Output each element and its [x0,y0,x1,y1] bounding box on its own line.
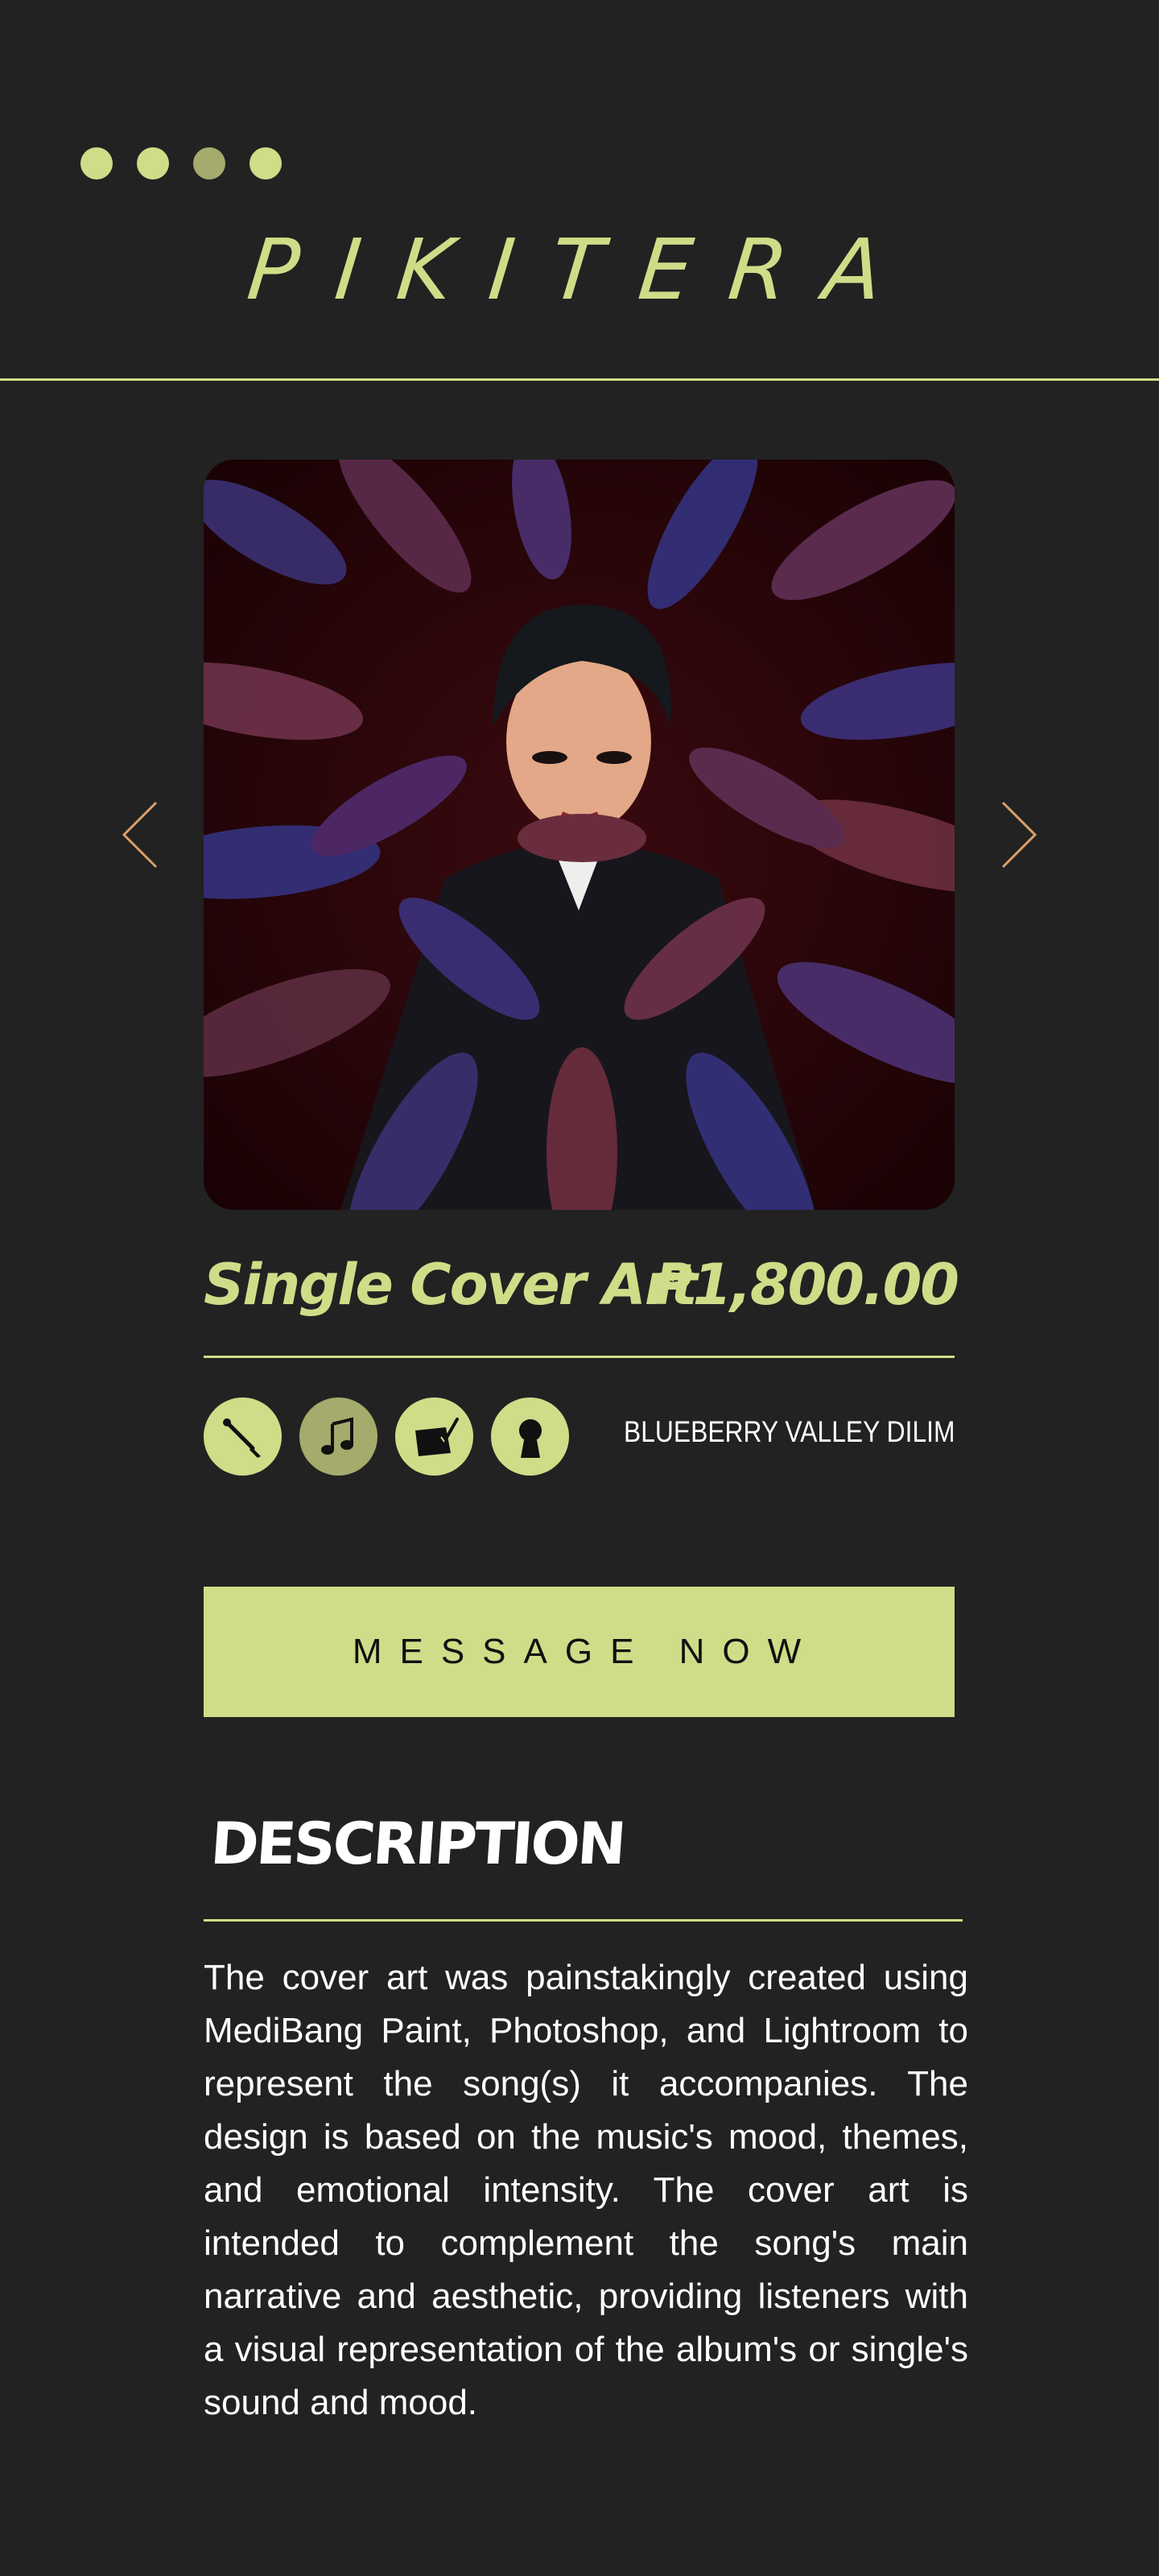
carousel-dot-4[interactable] [250,147,282,180]
seller-location: BLUEBERRY VALLEY DILIM [623,1415,955,1448]
carousel-dot-2[interactable] [137,147,169,180]
avatar-icon [518,1418,542,1458]
carousel-dots [80,147,282,180]
carousel-dot-1[interactable] [80,147,113,180]
title-divider [204,1356,955,1358]
description-body: The cover art was painstakingly created … [204,1958,968,2422]
header-divider [0,378,1159,381]
description-divider [204,1919,963,1922]
site-logo[interactable]: PIKITERA [0,217,1159,322]
category-paintbrush[interactable] [204,1397,282,1476]
category-avatar[interactable] [491,1397,569,1476]
artwork-image[interactable] [204,460,955,1210]
chevron-left-icon [122,801,158,869]
category-digital-art[interactable] [395,1397,473,1476]
music-note-icon [320,1416,353,1455]
product-price: ₱1,800.00 [654,1252,959,1318]
message-now-button[interactable]: MESSAGE NOW [204,1587,955,1717]
description-heading: DESCRIPTION [208,1810,626,1877]
previous-image-button[interactable] [121,801,161,869]
product-title: Single Cover Art [204,1252,698,1318]
chevron-right-icon [1001,801,1037,869]
paintbrush-icon [222,1418,261,1458]
product-title-row: Single Cover Art ₱1,800.00 [204,1252,959,1324]
carousel-dot-3[interactable] [193,147,225,180]
category-music[interactable] [299,1397,377,1476]
drawing-tablet-icon [415,1417,459,1456]
category-icons [204,1397,569,1476]
next-image-button[interactable] [998,801,1038,869]
